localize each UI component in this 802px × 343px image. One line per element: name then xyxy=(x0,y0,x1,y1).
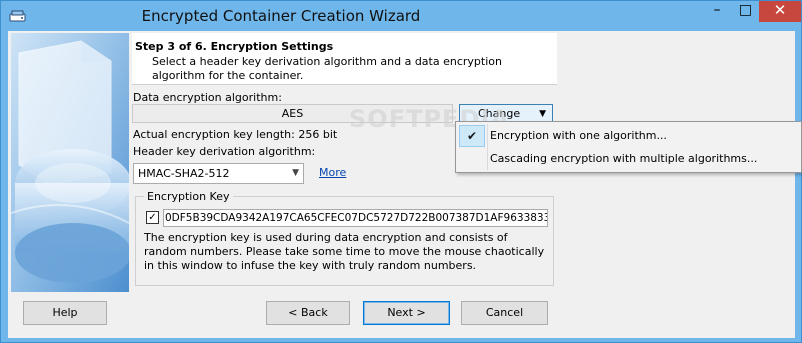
encryption-key-group-label: Encryption Key xyxy=(144,190,233,203)
wizard-side-image xyxy=(11,33,129,292)
show-key-checkbox[interactable]: ✓ xyxy=(146,211,159,224)
kdf-selected-value: HMAC-SHA2-512 xyxy=(138,167,230,180)
help-button[interactable]: Help xyxy=(23,301,107,325)
algorithm-label: Data encryption algorithm: xyxy=(133,91,282,104)
menu-separator xyxy=(487,124,488,170)
step-title: Step 3 of 6. Encryption Settings xyxy=(135,40,334,53)
window-title: Encrypted Container Creation Wizard xyxy=(141,7,421,25)
more-link[interactable]: More xyxy=(319,166,346,179)
kdf-select[interactable]: HMAC-SHA2-512 ▼ xyxy=(133,163,304,184)
kdf-label: Header key derivation algorithm: xyxy=(133,145,316,158)
key-length-text: Actual encryption key length: 256 bit xyxy=(133,128,338,141)
step-description: Select a header key derivation algorithm… xyxy=(152,55,502,82)
wizard-client-area: Step 3 of 6. Encryption Settings Select … xyxy=(8,31,795,338)
checkmark-icon: ✔ xyxy=(459,125,485,147)
menu-item-single-algorithm[interactable]: Encryption with one algorithm... xyxy=(490,129,667,142)
maximize-button[interactable]: □ xyxy=(732,1,759,22)
algorithm-popup-menu: ✔ Encryption with one algorithm... Casca… xyxy=(455,121,802,173)
encryption-key-field: 0DF5B39CDA9342A197CA65CFEC07DC5727D722B0… xyxy=(163,209,548,227)
algorithm-field: AES xyxy=(132,104,453,123)
key-info-text: The encryption key is used during data e… xyxy=(144,231,545,272)
step-header: Step 3 of 6. Encryption Settings Select … xyxy=(132,33,557,85)
close-button[interactable]: ✕ xyxy=(759,1,801,22)
chevron-down-icon: ▼ xyxy=(292,168,299,178)
cancel-button[interactable]: Cancel xyxy=(461,301,548,325)
next-button[interactable]: Next > xyxy=(363,301,450,325)
title-bar[interactable]: Encrypted Container Creation Wizard – □ … xyxy=(1,1,801,31)
minimize-button[interactable]: – xyxy=(703,1,731,22)
back-button[interactable]: < Back xyxy=(266,301,350,325)
menu-item-cascading[interactable]: Cascading encryption with multiple algor… xyxy=(490,152,757,165)
